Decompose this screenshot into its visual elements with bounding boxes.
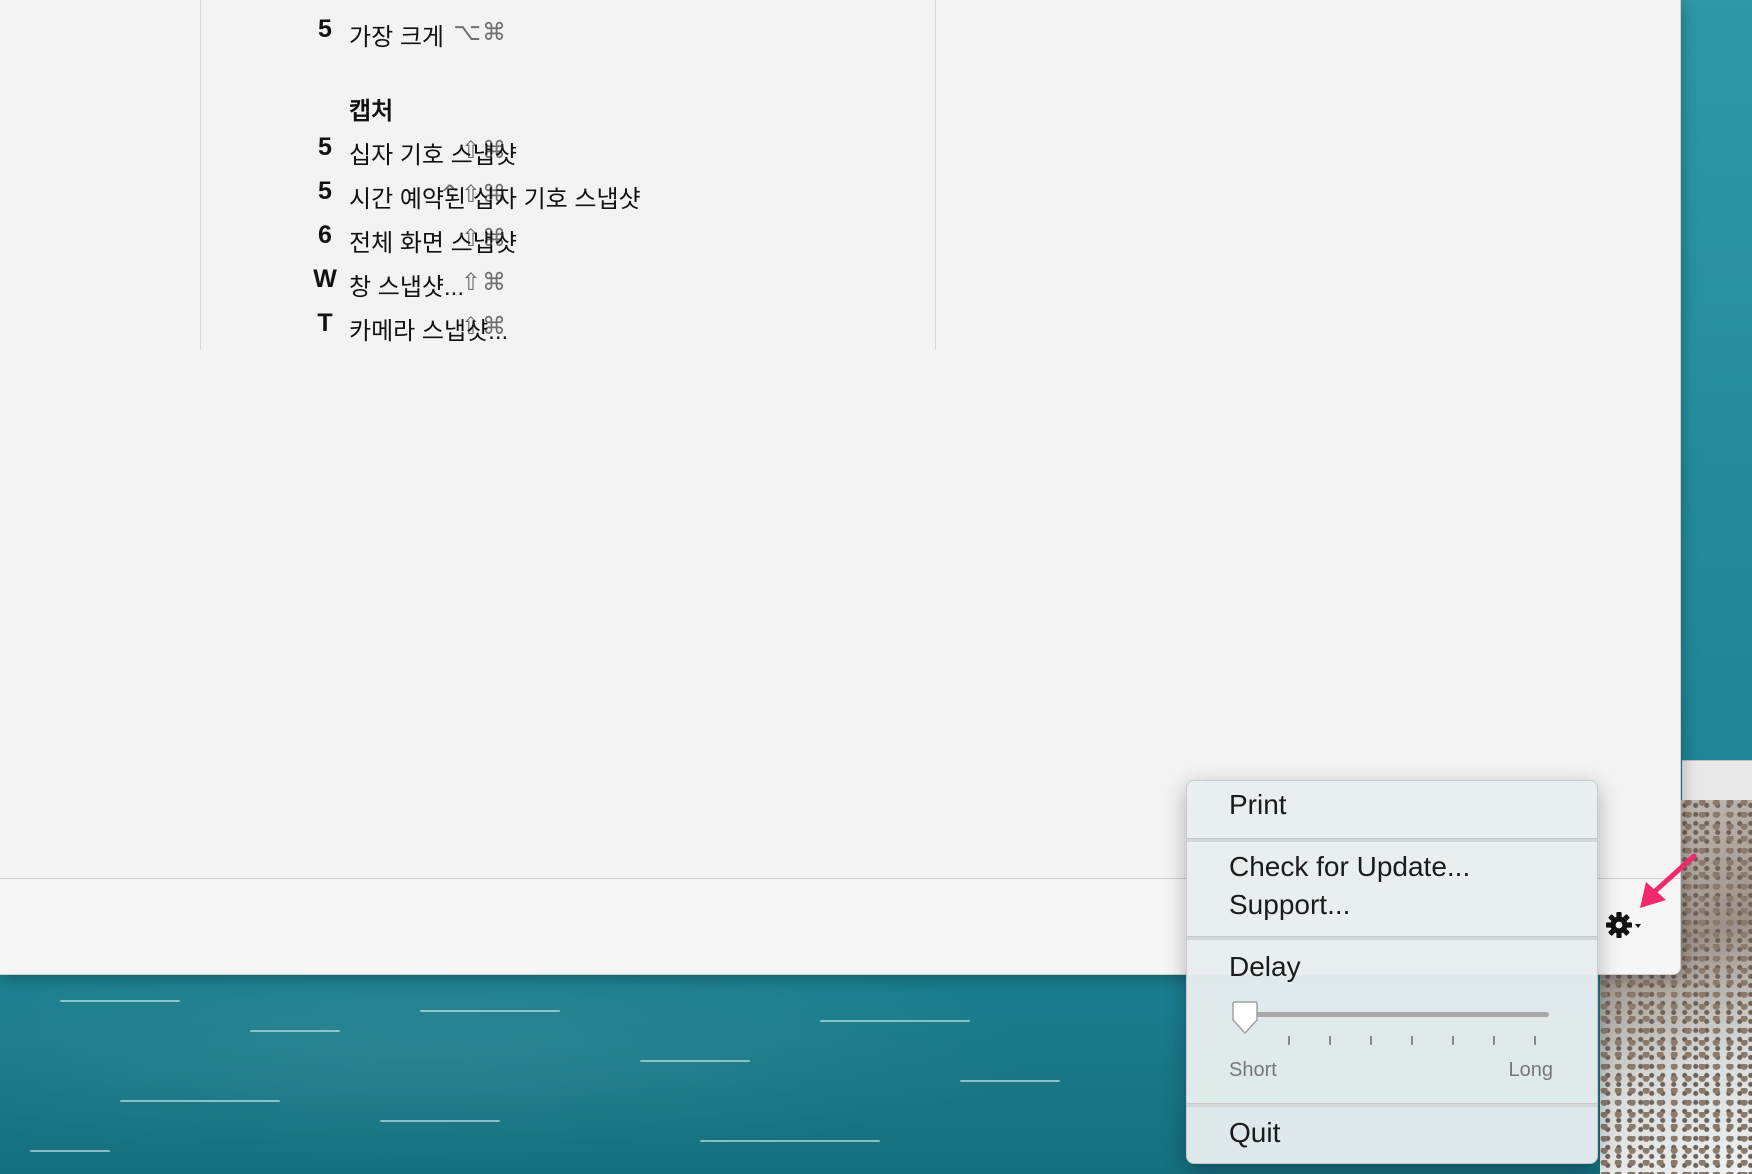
shortcut-label: 전체 화면 스냅샷 (349, 230, 517, 257)
shortcut-key: 5 (318, 15, 332, 43)
shortcut-row[interactable]: ⇧⌘ T 카메라 스냅샷... (201, 308, 935, 345)
shortcut-panel: ⌥⌘ 5 가장 크게 캡처 ⇧⌘ 5 십자 기호 스냅샷 ^⇧⌘ 5 시간 예약… (200, 0, 936, 350)
slider-tick (1370, 1036, 1372, 1045)
wave (700, 1140, 880, 1142)
shortcut-key: 6 (318, 221, 332, 249)
shortcut-label: 십자 기호 스냅샷 (349, 142, 517, 169)
menu-separator (1187, 838, 1597, 842)
modifier-keys: ⌥⌘ (453, 18, 507, 46)
wave (380, 1120, 500, 1122)
wave (820, 1020, 970, 1022)
background-window-edge (1682, 760, 1752, 801)
shortcut-label: 시간 예약된 십자 기호 스냅샷 (349, 186, 641, 213)
slider-tick (1329, 1036, 1331, 1045)
slider-tick (1534, 1036, 1536, 1045)
wave (420, 1010, 560, 1012)
slider-tick (1452, 1036, 1454, 1045)
menu-separator (1187, 936, 1597, 940)
quit-menu-item[interactable]: Quit (1229, 1117, 1280, 1149)
shortcut-row[interactable]: ⇧⌘ W 창 스냅샷... (201, 264, 935, 301)
delay-slider-thumb[interactable] (1229, 1001, 1261, 1035)
support-menu-item[interactable]: Support... (1229, 889, 1350, 921)
shortcut-row[interactable]: ⇧⌘ 5 십자 기호 스냅샷 (201, 132, 935, 169)
slider-max-label: Long (1508, 1059, 1554, 1081)
shortcut-label: 창 스냅샷... (349, 274, 464, 301)
wave (640, 1060, 750, 1062)
shortcut-key: W (313, 265, 337, 293)
shortcut-label: 가장 크게 (349, 24, 444, 51)
slider-tick (1411, 1036, 1413, 1045)
delay-slider-track[interactable] (1237, 1012, 1549, 1017)
wave (30, 1150, 110, 1152)
gear-popup-menu: Print Check for Update... Support... Del… (1186, 780, 1598, 1164)
menu-separator (1187, 1103, 1597, 1107)
wave (250, 1030, 340, 1032)
shortcut-key: 5 (318, 133, 332, 161)
slider-min-label: Short (1229, 1059, 1277, 1081)
print-menu-item[interactable]: Print (1229, 789, 1287, 821)
shortcut-key: 5 (318, 177, 332, 205)
wave (60, 1000, 180, 1002)
slider-tick (1493, 1036, 1495, 1045)
wave (960, 1080, 1060, 1082)
section-heading: 캡처 (349, 98, 394, 125)
check-update-menu-item[interactable]: Check for Update... (1229, 851, 1470, 883)
slider-tick (1288, 1036, 1290, 1045)
shortcut-label: 카메라 스냅샷... (349, 318, 509, 345)
modifier-keys: ⇧⌘ (460, 268, 507, 296)
wave (120, 1100, 280, 1102)
shortcut-key: T (317, 309, 333, 337)
delay-label: Delay (1229, 951, 1301, 982)
shortcut-row[interactable]: ^⇧⌘ 5 시간 예약된 십자 기호 스냅샷 (201, 176, 935, 213)
pink-arrow-icon (1630, 850, 1700, 919)
shortcut-row[interactable]: ⇧⌘ 6 전체 화면 스냅샷 (201, 220, 935, 257)
shortcut-row[interactable]: ⌥⌘ 5 가장 크게 (201, 14, 935, 51)
